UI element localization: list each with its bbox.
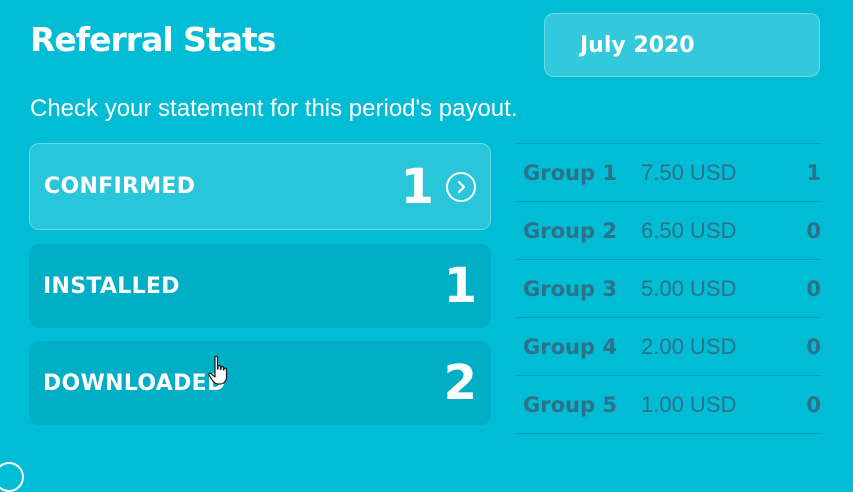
group-count: 0 (806, 392, 821, 417)
table-row: Group 4 2.00 USD 0 (517, 318, 821, 376)
partial-circle-icon (0, 462, 24, 492)
stat-value-installed: 1 (443, 258, 477, 314)
group-count: 0 (806, 276, 821, 301)
stat-card-installed[interactable]: INSTALLED 1 (29, 244, 491, 328)
group-amount: 2.00 USD (641, 333, 737, 359)
group-count: 0 (806, 334, 821, 359)
stat-card-downloaded[interactable]: DOWNLOADED 2 (29, 341, 491, 425)
period-select[interactable]: July 2020 (544, 13, 820, 77)
group-count: 0 (806, 218, 821, 243)
group-count: 1 (806, 160, 821, 185)
stat-card-confirmed[interactable]: CONFIRMED 1 (29, 143, 491, 230)
stat-card-confirmed-right: 1 (401, 163, 476, 211)
group-amount: 6.50 USD (641, 217, 737, 243)
table-row: Group 2 6.50 USD 0 (517, 202, 821, 260)
period-select-value: July 2020 (580, 32, 695, 58)
group-name: Group 3 (523, 276, 617, 301)
group-name: Group 5 (523, 392, 617, 417)
hand-pointer-icon (208, 355, 228, 385)
group-name: Group 4 (523, 334, 617, 359)
page-title: Referral Stats (30, 20, 276, 59)
group-amount: 5.00 USD (641, 275, 737, 301)
chevron-right-circle-icon[interactable] (446, 171, 476, 202)
group-amount: 7.50 USD (641, 159, 737, 185)
chevron-right-glyph (457, 180, 466, 193)
group-payout-table: Group 1 7.50 USD 1 Group 2 6.50 USD 0 Gr… (517, 143, 821, 434)
table-row: Group 1 7.50 USD 1 (517, 144, 821, 202)
group-amount: 1.00 USD (641, 391, 737, 417)
stat-label-downloaded: DOWNLOADED (43, 370, 226, 396)
table-row: Group 3 5.00 USD 0 (517, 260, 821, 318)
stat-label-installed: INSTALLED (43, 273, 180, 299)
group-name: Group 2 (523, 218, 617, 243)
stat-label-confirmed: CONFIRMED (44, 174, 196, 199)
stat-value-downloaded: 2 (443, 355, 477, 411)
stat-value-confirmed: 1 (400, 158, 434, 215)
group-name: Group 1 (523, 160, 617, 185)
page-subtitle: Check your statement for this period's p… (30, 95, 518, 122)
table-row: Group 5 1.00 USD 0 (517, 376, 821, 434)
